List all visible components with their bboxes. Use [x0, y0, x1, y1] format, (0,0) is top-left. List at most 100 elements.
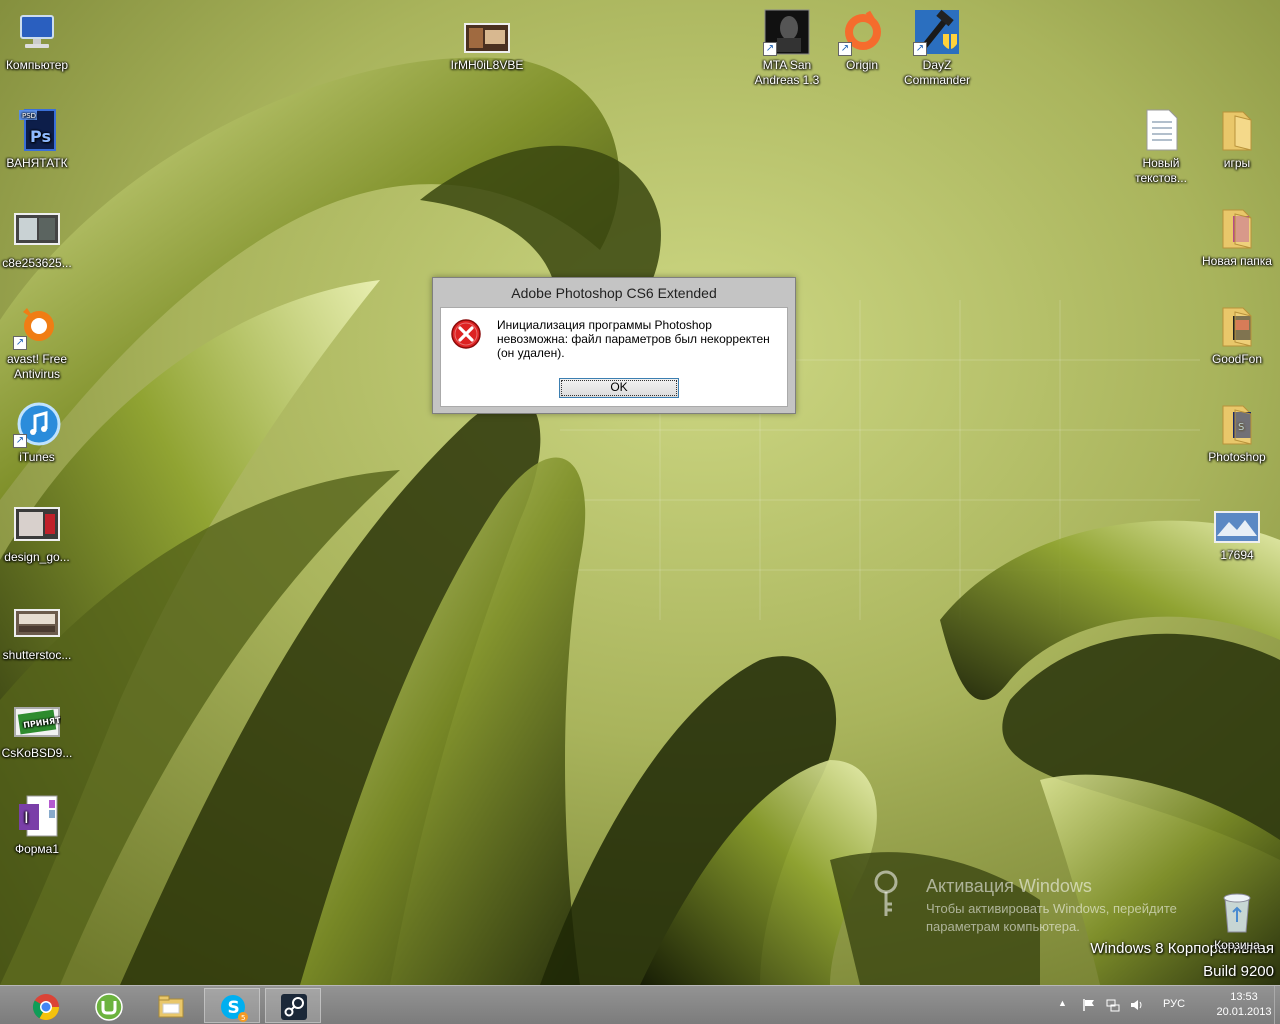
desktop-icon-folder-new[interactable]: Новая папка	[1196, 204, 1278, 269]
taskbar-skype-button[interactable]: S 5	[204, 988, 260, 1023]
photoshop-psd-file-icon: PSD Ps	[13, 106, 61, 154]
desktop-icon-image-top[interactable]: IrMH0iL8VBE	[446, 18, 528, 73]
onenote-file-icon: I	[13, 792, 61, 840]
image-file-icon	[1213, 508, 1261, 546]
show-desktop-button[interactable]	[1274, 986, 1280, 1024]
text-file-icon	[1137, 106, 1185, 154]
shortcut-arrow-icon: ↗	[13, 336, 27, 350]
dialog-message-line: (он удален).	[497, 346, 565, 360]
desktop-icon-label: Origin	[845, 58, 878, 72]
desktop-icon-computer[interactable]: Компьютер	[0, 8, 78, 73]
svg-text:S: S	[228, 998, 240, 1018]
dialog-title[interactable]: Adobe Photoshop CS6 Extended	[433, 278, 795, 306]
desktop-icon-label: Форма1	[14, 842, 60, 856]
steam-icon	[281, 994, 307, 1020]
skype-icon: S 5	[221, 995, 248, 1022]
taskbar-explorer-button[interactable]	[142, 988, 198, 1023]
desktop-icon-image-4[interactable]: ПРИНЯТ! CsKoBSD9...	[0, 696, 78, 761]
action-center-flag-icon[interactable]	[1082, 998, 1096, 1012]
desktop-icon-image-3[interactable]: shutterstoc...	[0, 598, 78, 663]
shortcut-arrow-icon: ↗	[13, 434, 27, 448]
taskbar: S 5 ▲ РУС 13:53 20.01.2013	[0, 985, 1280, 1024]
activation-title: Активация Windows	[926, 876, 1092, 896]
show-hidden-icons-chevron-icon[interactable]: ▲	[1058, 998, 1072, 1012]
desktop-icon-mta[interactable]: ↗ MTA San Andreas 1.3	[746, 8, 828, 88]
shortcut-arrow-icon: ↗	[763, 42, 777, 56]
image-file-icon	[13, 598, 61, 646]
key-icon	[874, 870, 898, 916]
svg-text:PSD: PSD	[22, 112, 36, 120]
skype-badge: 5	[241, 1014, 245, 1022]
desktop-icon-folder-photoshop[interactable]: S Photoshop	[1196, 400, 1278, 465]
desktop-icon-image-right[interactable]: 17694	[1196, 508, 1278, 563]
taskbar-steam-button[interactable]	[265, 988, 321, 1023]
desktop-icon-label: DayZ Commander	[903, 58, 971, 87]
chrome-icon	[32, 994, 60, 1021]
volume-icon[interactable]	[1130, 998, 1144, 1012]
image-file-icon: ПРИНЯТ!	[13, 696, 65, 744]
dialog-body: Инициализация программы Photoshop невозм…	[440, 307, 788, 407]
desktop-icon-folder-games[interactable]: игры	[1196, 106, 1278, 171]
desktop-icon-label: CsKoBSD9...	[1, 746, 73, 760]
activation-line2: параметрам компьютера.	[926, 919, 1080, 934]
input-language-indicator[interactable]: РУС	[1163, 998, 1185, 1010]
clock[interactable]: 13:53 20.01.2013	[1214, 990, 1274, 1020]
dialog-message: Инициализация программы Photoshop невозм…	[497, 318, 782, 360]
desktop-icon-origin[interactable]: ↗ Origin	[821, 8, 903, 73]
origin-icon: ↗	[838, 8, 886, 56]
desktop-icon-label: Photoshop	[1208, 450, 1266, 464]
desktop-icon-label: Новая папка	[1202, 254, 1272, 268]
dayz-commander-icon: ↗	[913, 8, 961, 56]
desktop-icon-text-file[interactable]: Новый текстов...	[1120, 106, 1202, 186]
recycle-bin-icon	[1213, 888, 1261, 936]
clock-date: 20.01.2013	[1216, 1006, 1272, 1018]
desktop-icon-dayz-commander[interactable]: ↗ DayZ Commander	[896, 8, 978, 88]
shortcut-arrow-icon: ↗	[913, 42, 927, 56]
mta-icon: ↗	[763, 8, 811, 56]
computer-icon	[13, 8, 61, 56]
network-icon[interactable]	[1106, 998, 1120, 1012]
desktop-icon-image-2[interactable]: design_go...	[0, 500, 78, 565]
desktop-icon-image-1[interactable]: c8e253625...	[0, 206, 78, 271]
image-file-icon	[463, 18, 511, 56]
desktop-icon-onenote-file[interactable]: I Форма1	[0, 792, 78, 857]
clock-time: 13:53	[1230, 991, 1258, 1003]
shortcut-arrow-icon: ↗	[838, 42, 852, 56]
desktop-icon-label: игры	[1223, 156, 1251, 170]
folder-icon: S	[1213, 400, 1261, 448]
desktop-icon-label: Новый текстов...	[1135, 156, 1187, 185]
desktop-icon-psd-file[interactable]: PSD Ps ВАНЯТАТК	[0, 106, 78, 171]
desktop-icon-avast[interactable]: ↗ avast! Free Antivirus	[0, 302, 78, 382]
desktop-icon-label: GoodFon	[1211, 352, 1263, 366]
desktop-icon-label: iTunes	[19, 450, 55, 464]
ok-button[interactable]: OK	[559, 378, 679, 398]
file-explorer-icon	[158, 995, 184, 1018]
desktop-wallpaper	[0, 0, 1280, 985]
desktop-icon-recycle-bin[interactable]: Корзина	[1196, 888, 1278, 953]
taskbar-utorrent-button[interactable]	[80, 988, 136, 1023]
desktop-icon-label: design_go...	[4, 550, 70, 564]
desktop-icon-label: ВАНЯТАТК	[6, 156, 68, 170]
windows-build-text: Build 9200	[1203, 963, 1274, 980]
avast-icon: ↗	[13, 302, 61, 350]
desktop-icon-label: Корзина	[1214, 938, 1260, 952]
desktop-icon-itunes[interactable]: ↗ iTunes	[0, 400, 78, 465]
desktop-icon-label: avast! Free Antivirus	[6, 352, 68, 381]
folder-icon	[1213, 106, 1261, 154]
folder-icon	[1213, 302, 1261, 350]
svg-text:I: I	[24, 808, 29, 827]
desktop-icon-label: Компьютер	[5, 58, 69, 72]
image-file-icon	[13, 206, 61, 254]
desktop-icon-folder-goodfon[interactable]: GoodFon	[1196, 302, 1278, 367]
taskbar-chrome-button[interactable]	[17, 988, 73, 1023]
dialog-message-line: невозможна: файл параметров был некоррек…	[497, 332, 770, 346]
desktop-icon-label: c8e253625...	[2, 256, 72, 270]
error-icon	[451, 319, 481, 349]
itunes-icon: ↗	[13, 400, 61, 448]
desktop-icon-label: MTA San Andreas 1.3	[754, 58, 820, 87]
desktop-icon-label: 17694	[1220, 548, 1254, 562]
folder-icon	[1213, 204, 1261, 252]
error-dialog[interactable]: Adobe Photoshop CS6 Extended Инициализац…	[432, 277, 796, 414]
system-tray: ▲ РУС 13:53 20.01.2013	[1050, 986, 1280, 1024]
dialog-message-line: Инициализация программы Photoshop	[497, 318, 712, 332]
